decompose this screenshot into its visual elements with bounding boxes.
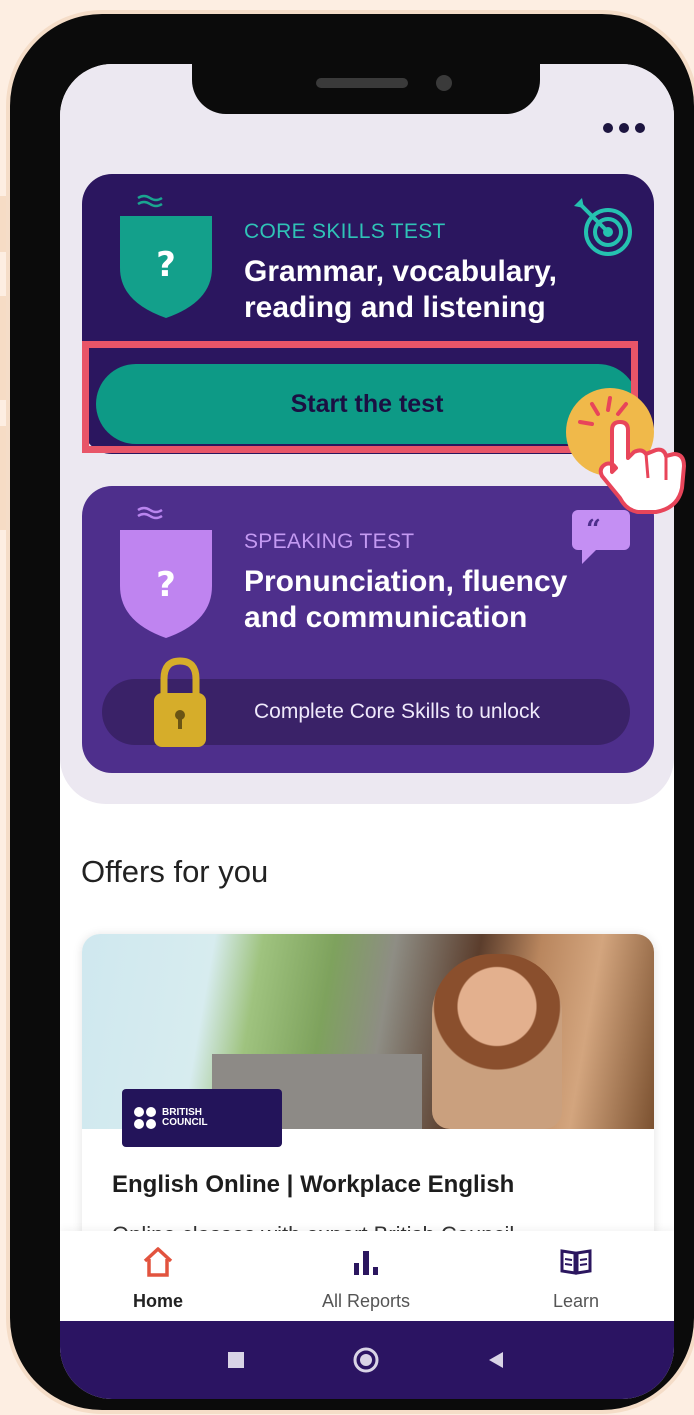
speaking-title-line1: Pronunciation, fluency: [244, 565, 568, 598]
offer-image-person: [432, 954, 562, 1129]
offers-section-title: Offers for you: [81, 854, 269, 889]
offer-heading: English Online | Workplace English: [112, 1171, 515, 1198]
core-title-line2: reading and listening: [244, 291, 546, 324]
square-icon: [228, 1352, 244, 1368]
speaker-grille: [316, 78, 408, 88]
tab-learn-label: Learn: [552, 1291, 600, 1311]
recents-button[interactable]: [196, 1321, 276, 1399]
offer-card[interactable]: BRITISH COUNCIL English Online | Workpla…: [82, 934, 654, 1254]
tutorial-highlight-frame: [82, 341, 638, 453]
padlock-icon: [154, 657, 206, 747]
svg-text:?: ?: [156, 245, 176, 285]
shield-crest-icon: ?: [120, 506, 212, 638]
tab-all-reports[interactable]: All Reports: [286, 1239, 446, 1319]
tab-home[interactable]: Home: [78, 1239, 238, 1319]
shield-crest-icon: ?: [120, 194, 212, 318]
british-council-logo: BRITISH COUNCIL: [122, 1089, 282, 1147]
home-system-button[interactable]: [326, 1321, 406, 1399]
phone-frame: ? CORE SKILLS TEST Grammar, vocabulary, …: [10, 14, 694, 1410]
system-navigation-bar: [60, 1321, 674, 1399]
book-icon: [560, 1249, 592, 1275]
unlock-requirement-text: Complete Core Skills to unlock: [254, 700, 540, 723]
svg-text:?: ?: [156, 565, 176, 605]
speaking-title-line2: and communication: [244, 601, 528, 634]
tap-hand-pointer-icon: [566, 388, 686, 514]
bottom-tab-bar: Home All Reports Learn: [60, 1231, 674, 1321]
speaking-test-eyebrow: SPEAKING TEST: [244, 530, 415, 553]
circle-icon: [353, 1347, 379, 1373]
front-camera: [436, 75, 452, 91]
core-test-eyebrow: CORE SKILLS TEST: [244, 220, 446, 243]
core-title-line1: Grammar, vocabulary,: [244, 255, 557, 288]
tab-all-reports-label: All Reports: [321, 1291, 411, 1311]
tab-home-label: Home: [132, 1291, 183, 1311]
home-icon: [143, 1247, 173, 1277]
back-button[interactable]: [456, 1321, 536, 1399]
speaking-test-title: Pronunciation, fluency and communication: [244, 564, 624, 636]
speaking-test-card: ? SPEAKING TEST Pronunciation, fluency a…: [82, 486, 654, 773]
phone-notch: [192, 52, 540, 114]
core-test-title: Grammar, vocabulary, reading and listeni…: [244, 254, 604, 326]
bar-chart-icon: [354, 1251, 378, 1275]
svg-text:“: “: [586, 515, 601, 545]
back-triangle-icon: [489, 1352, 503, 1368]
more-options-icon[interactable]: [594, 116, 654, 140]
app-screen: ? CORE SKILLS TEST Grammar, vocabulary, …: [60, 64, 674, 1399]
tab-learn[interactable]: Learn: [496, 1239, 656, 1319]
locked-status-bar: Complete Core Skills to unlock: [102, 657, 630, 747]
target-icon: [574, 198, 632, 256]
